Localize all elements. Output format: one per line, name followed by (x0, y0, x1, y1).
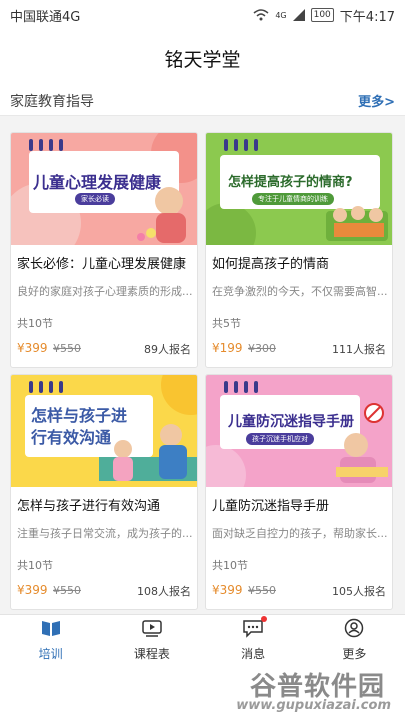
course-title: 怎样与孩子进行有效沟通 (17, 499, 161, 514)
course-title: 家长必修：儿童心理发展健康 (17, 257, 187, 272)
notebook-spiral (29, 381, 63, 393)
enrolled-count: 111人报名 (332, 343, 386, 356)
course-price: ¥399 (212, 583, 243, 597)
course-grid: 儿童心理发展健康 家长必读 家长必修：儿童心理发展健康 良好的家庭对孩子心理素质… (0, 120, 405, 614)
notebook-spiral (224, 381, 258, 393)
watermark-url: www.gupuxiazai.com (236, 698, 391, 713)
course-card[interactable]: 儿童防沉迷指导手册 孩子沉迷手机应对 儿童防沉迷指导手册 面对缺乏自控力的孩子，… (205, 374, 393, 610)
section-title: 家庭教育指导 (10, 93, 94, 110)
book-icon (40, 618, 62, 642)
original-price: ¥550 (248, 584, 276, 597)
wifi-icon (253, 9, 269, 21)
status-indicators: 4G 100 下午4:17 (253, 6, 395, 25)
video-icon (141, 618, 163, 642)
notebook-spiral (29, 139, 63, 151)
thumbnail-title: 儿童心理发展健康 (33, 173, 162, 192)
section-header: 家庭教育指导 更多> (0, 86, 405, 116)
course-thumbnail: 儿童心理发展健康 家长必读 (11, 133, 197, 245)
course-card[interactable]: 怎样提高孩子的情商? 专注于儿童情商的训练 如何提高孩子的情商 在竞争激烈的今天… (205, 132, 393, 368)
tab-label: 更多 (342, 646, 367, 661)
course-description: 面对缺乏自控力的孩子，帮助家长... (212, 527, 388, 540)
tab-messages[interactable]: 消息 (203, 615, 304, 664)
watermark-overlay: 谷普软件园 www.gupuxiazai.com (0, 664, 405, 720)
signal-type-label: 4G (275, 10, 287, 20)
tab-label: 课程表 (133, 646, 170, 661)
carrier-label: 中国联通4G (10, 9, 81, 25)
enrolled-count: 108人报名 (137, 585, 191, 598)
lesson-count: 共10节 (17, 317, 53, 330)
original-price: ¥300 (248, 342, 276, 355)
tab-training[interactable]: 培训 (0, 615, 101, 664)
page-title: 铭天学堂 (164, 48, 241, 71)
course-price: ¥399 (17, 583, 48, 597)
clock-label: 下午4:17 (339, 9, 395, 25)
course-card[interactable]: 怎样与孩子进行有效沟通 怎样与孩子进行有效沟通 注重与孩子日常交流，成为孩子的.… (10, 374, 198, 610)
bottom-tab-bar: 培训 课程表 消息 更多 (0, 614, 405, 664)
lesson-count: 共10节 (212, 559, 248, 572)
course-price: ¥199 (212, 341, 243, 355)
course-price: ¥399 (17, 341, 48, 355)
course-thumbnail: 儿童防沉迷指导手册 孩子沉迷手机应对 (206, 375, 392, 487)
user-icon (343, 618, 365, 642)
status-bar: 中国联通4G 4G 100 下午4:17 (0, 0, 405, 30)
thumbnail-tag: 家长必读 (75, 193, 115, 205)
tab-label: 培训 (38, 646, 63, 661)
signal-icon (292, 9, 305, 21)
tab-schedule[interactable]: 课程表 (101, 615, 202, 664)
lesson-count: 共5节 (212, 317, 241, 330)
course-card[interactable]: 儿童心理发展健康 家长必读 家长必修：儿童心理发展健康 良好的家庭对孩子心理素质… (10, 132, 198, 368)
lesson-count: 共10节 (17, 559, 53, 572)
original-price: ¥550 (53, 342, 81, 355)
notebook-spiral (224, 139, 258, 151)
course-title: 如何提高孩子的情商 (212, 257, 330, 272)
course-description: 注重与孩子日常交流，成为孩子的... (17, 527, 193, 540)
thumbnail-title: 怎样与孩子进行有效沟通 (31, 406, 128, 447)
thumbnail-title: 儿童防沉迷指导手册 (228, 414, 354, 430)
course-thumbnail: 怎样与孩子进行有效沟通 (11, 375, 197, 487)
message-icon (242, 615, 268, 642)
unread-badge (261, 615, 268, 622)
thumbnail-tag: 孩子沉迷手机应对 (246, 433, 314, 445)
original-price: ¥550 (53, 584, 81, 597)
course-title: 儿童防沉迷指导手册 (212, 499, 330, 514)
more-link[interactable]: 更多> (358, 91, 395, 110)
thumbnail-title: 怎样提高孩子的情商? (228, 175, 353, 190)
course-description: 在竞争激烈的今天，不仅需要高智... (212, 285, 388, 298)
course-thumbnail: 怎样提高孩子的情商? 专注于儿童情商的训练 (206, 133, 392, 245)
battery-icon: 100 (310, 8, 334, 22)
tab-more[interactable]: 更多 (304, 615, 405, 664)
course-description: 良好的家庭对孩子心理素质的形成... (17, 285, 193, 298)
enrolled-count: 89人报名 (144, 343, 191, 356)
tab-label: 消息 (241, 646, 266, 661)
thumbnail-tag: 专注于儿童情商的训练 (252, 193, 334, 205)
enrolled-count: 105人报名 (332, 585, 386, 598)
app-header: 铭天学堂 (0, 30, 405, 86)
